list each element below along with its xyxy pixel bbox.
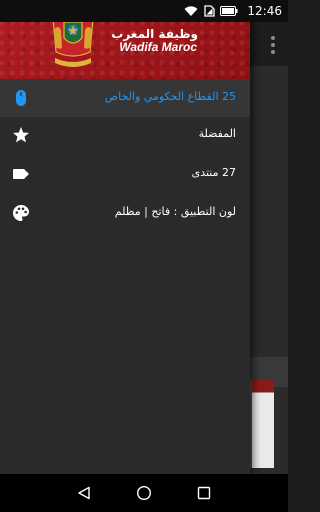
battery-icon <box>220 6 238 16</box>
navigation-drawer: وظيفة المغرب Wadifa Maroc 25 القطاع الحك… <box>0 0 250 474</box>
drawer-item-app-theme[interactable]: لون التطبيق : فاتح | مظلم <box>0 194 250 232</box>
screen: 12:46 وظيفة المغرب Wadifa Maroc 25 القطا… <box>0 0 288 512</box>
tag-icon <box>13 169 29 179</box>
drawer-item-label: 27 منتدى <box>191 166 236 179</box>
wifi-icon <box>184 6 198 16</box>
brand-title-arabic: وظيفة المغرب <box>111 27 198 41</box>
drawer-item-public-private-sector[interactable]: 25 القطاع الحكومي والخاص <box>0 79 250 117</box>
more-vert-icon[interactable] <box>270 36 276 54</box>
sim-signal-icon <box>204 5 216 17</box>
drawer-item-label: المفضلة <box>198 127 236 140</box>
drawer-item-label: 25 القطاع الحكومي والخاص <box>104 90 236 103</box>
recents-icon[interactable] <box>194 483 214 503</box>
drawer-item-label: لون التطبيق : فاتح | مظلم <box>114 205 236 218</box>
brand-title-english: Wadifa Maroc <box>119 40 197 54</box>
mouse-icon <box>16 90 26 106</box>
back-icon[interactable] <box>74 483 94 503</box>
system-nav-bar <box>0 474 288 512</box>
status-time: 12:46 <box>247 4 282 18</box>
status-bar: 12:46 <box>0 0 288 22</box>
drawer-item-favorites[interactable]: المفضلة <box>0 116 250 154</box>
home-icon[interactable] <box>134 483 154 503</box>
background-thumbnail <box>250 380 274 468</box>
palette-icon <box>13 205 29 221</box>
star-icon <box>13 127 29 143</box>
drawer-item-forum[interactable]: 27 منتدى <box>0 155 250 193</box>
